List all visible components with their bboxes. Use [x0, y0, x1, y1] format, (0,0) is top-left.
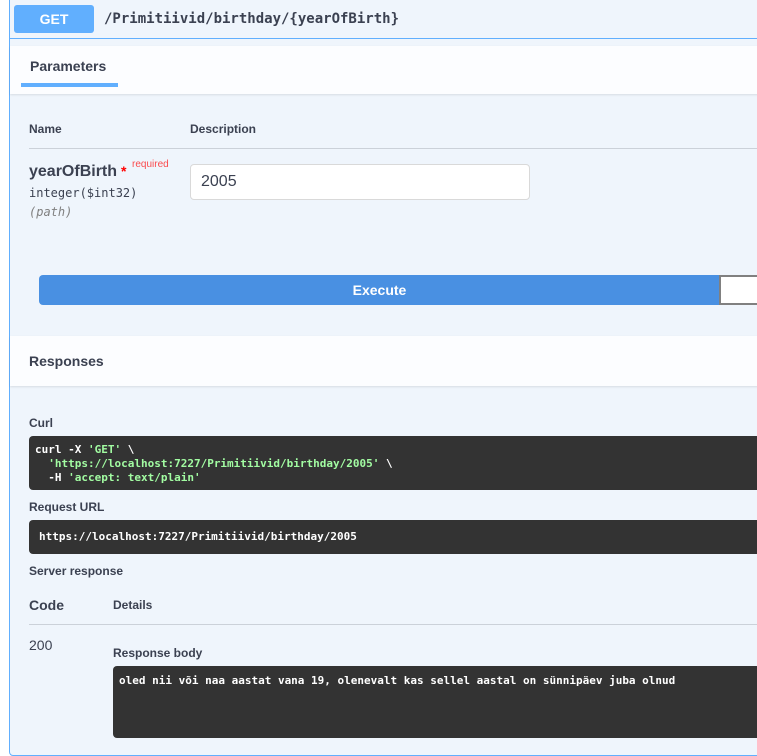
year-of-birth-input[interactable]: 2005	[190, 164, 530, 200]
response-body-text: oled nii või naa aastat vana 19, oleneva…	[119, 674, 676, 687]
required-star: *	[121, 163, 127, 179]
param-type: integer($int32)	[29, 186, 138, 200]
param-name: yearOfBirth *	[29, 163, 126, 181]
operation-summary[interactable]: GET /Primitiivid/birthday/{yearOfBirth}	[10, 0, 757, 39]
curl-label: Curl	[29, 416, 53, 430]
response-body-label: Response body	[113, 646, 203, 660]
code-header: Code	[29, 597, 64, 613]
request-url-block[interactable]: https://localhost:7227/Primitiivid/birth…	[29, 520, 757, 554]
curl-line-3: -H 'accept: text/plain'	[35, 471, 201, 484]
param-location: (path)	[29, 205, 73, 219]
response-body-block[interactable]: oled nii või naa aastat vana 19, oleneva…	[113, 666, 757, 738]
tab-active-indicator	[21, 83, 118, 87]
response-table-divider	[29, 624, 757, 625]
request-url-label: Request URL	[29, 500, 105, 514]
curl-line-1: curl -X 'GET' \	[35, 443, 135, 456]
curl-line-2: 'https://localhost:7227/Primitiivid/birt…	[48, 457, 393, 470]
responses-title: Responses	[29, 353, 104, 369]
parameters-header: Parameters	[10, 46, 757, 94]
column-name-header: Name	[29, 122, 62, 136]
column-description-header: Description	[190, 122, 257, 136]
responses-header: Responses	[10, 336, 757, 386]
execute-button[interactable]: Execute	[39, 275, 720, 305]
required-label: required	[132, 159, 169, 170]
request-url-text: https://localhost:7227/Primitiivid/birth…	[39, 530, 357, 543]
curl-code-block[interactable]: curl -X 'GET' \ 'https://localhost:7227/…	[29, 436, 757, 490]
server-response-label: Server response	[29, 564, 124, 578]
method-badge: GET	[14, 5, 94, 33]
details-header: Details	[113, 598, 153, 612]
status-code: 200	[29, 637, 53, 653]
endpoint-path: /Primitiivid/birthday/{yearOfBirth}	[104, 11, 400, 27]
tab-parameters[interactable]: Parameters	[21, 56, 115, 76]
table-divider	[29, 148, 757, 149]
clear-button[interactable]	[719, 275, 757, 305]
param-name-text: yearOfBirth	[29, 163, 118, 180]
